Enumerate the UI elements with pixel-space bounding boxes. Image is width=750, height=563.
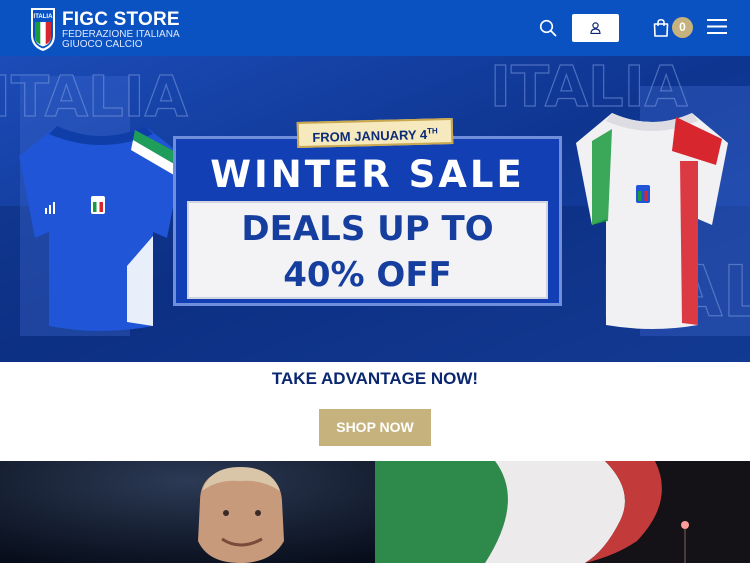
player-photo-image <box>0 461 375 563</box>
ribbon-suffix: TH <box>426 126 438 136</box>
shopping-bag-icon <box>653 19 669 37</box>
white-away-jersey-image <box>576 113 728 329</box>
figc-store-logo[interactable]: ITALIA FIGC STORE FEDERAZIONE ITALIANA G… <box>30 7 180 51</box>
italia-crest-icon: ITALIA <box>31 8 55 51</box>
deals-panel: DEALS UP TO 40% OFF <box>187 201 548 299</box>
player-promo-tile[interactable] <box>0 461 375 563</box>
sale-date-ribbon: FROM JANUARY 4TH <box>296 117 454 149</box>
menu-button[interactable] <box>707 18 727 35</box>
account-button[interactable] <box>572 14 619 42</box>
svg-text:ITALIA: ITALIA <box>34 14 54 20</box>
brand-subtitle-line2: GIUOCO CALCIO <box>62 39 143 50</box>
cart-count-badge[interactable]: 0 <box>672 17 693 38</box>
blue-home-jersey-image <box>19 126 183 331</box>
site-header: ITALIA FIGC STORE FEDERAZIONE ITALIANA G… <box>0 0 750 56</box>
cart-button[interactable] <box>652 18 670 38</box>
italian-flag-photo-image <box>375 461 750 563</box>
deals-headline: DEALS UP TO <box>241 209 494 249</box>
brand-subtitle: FEDERAZIONE ITALIANA GIUOCO CALCIO <box>62 30 180 50</box>
hamburger-menu-icon <box>707 19 727 34</box>
ribbon-text: FROM JANUARY 4 <box>312 126 428 145</box>
shop-now-button[interactable]: SHOP NOW <box>319 409 431 446</box>
sale-headline-panel: WINTER SALE DEALS UP TO 40% OFF <box>173 136 562 306</box>
discount-headline: 40% OFF <box>283 255 452 295</box>
winter-sale-banner[interactable]: ITALIA ITALIA ITALIA WINTER SALE DEALS U… <box>0 56 750 362</box>
brand-title: FIGC STORE <box>62 9 180 30</box>
search-button[interactable] <box>538 18 558 38</box>
user-icon <box>590 22 601 34</box>
sale-title: WINTER SALE <box>210 153 525 196</box>
search-icon <box>539 19 557 37</box>
flag-promo-tile[interactable] <box>375 461 750 563</box>
promo-heading: TAKE ADVANTAGE NOW! <box>271 369 479 388</box>
